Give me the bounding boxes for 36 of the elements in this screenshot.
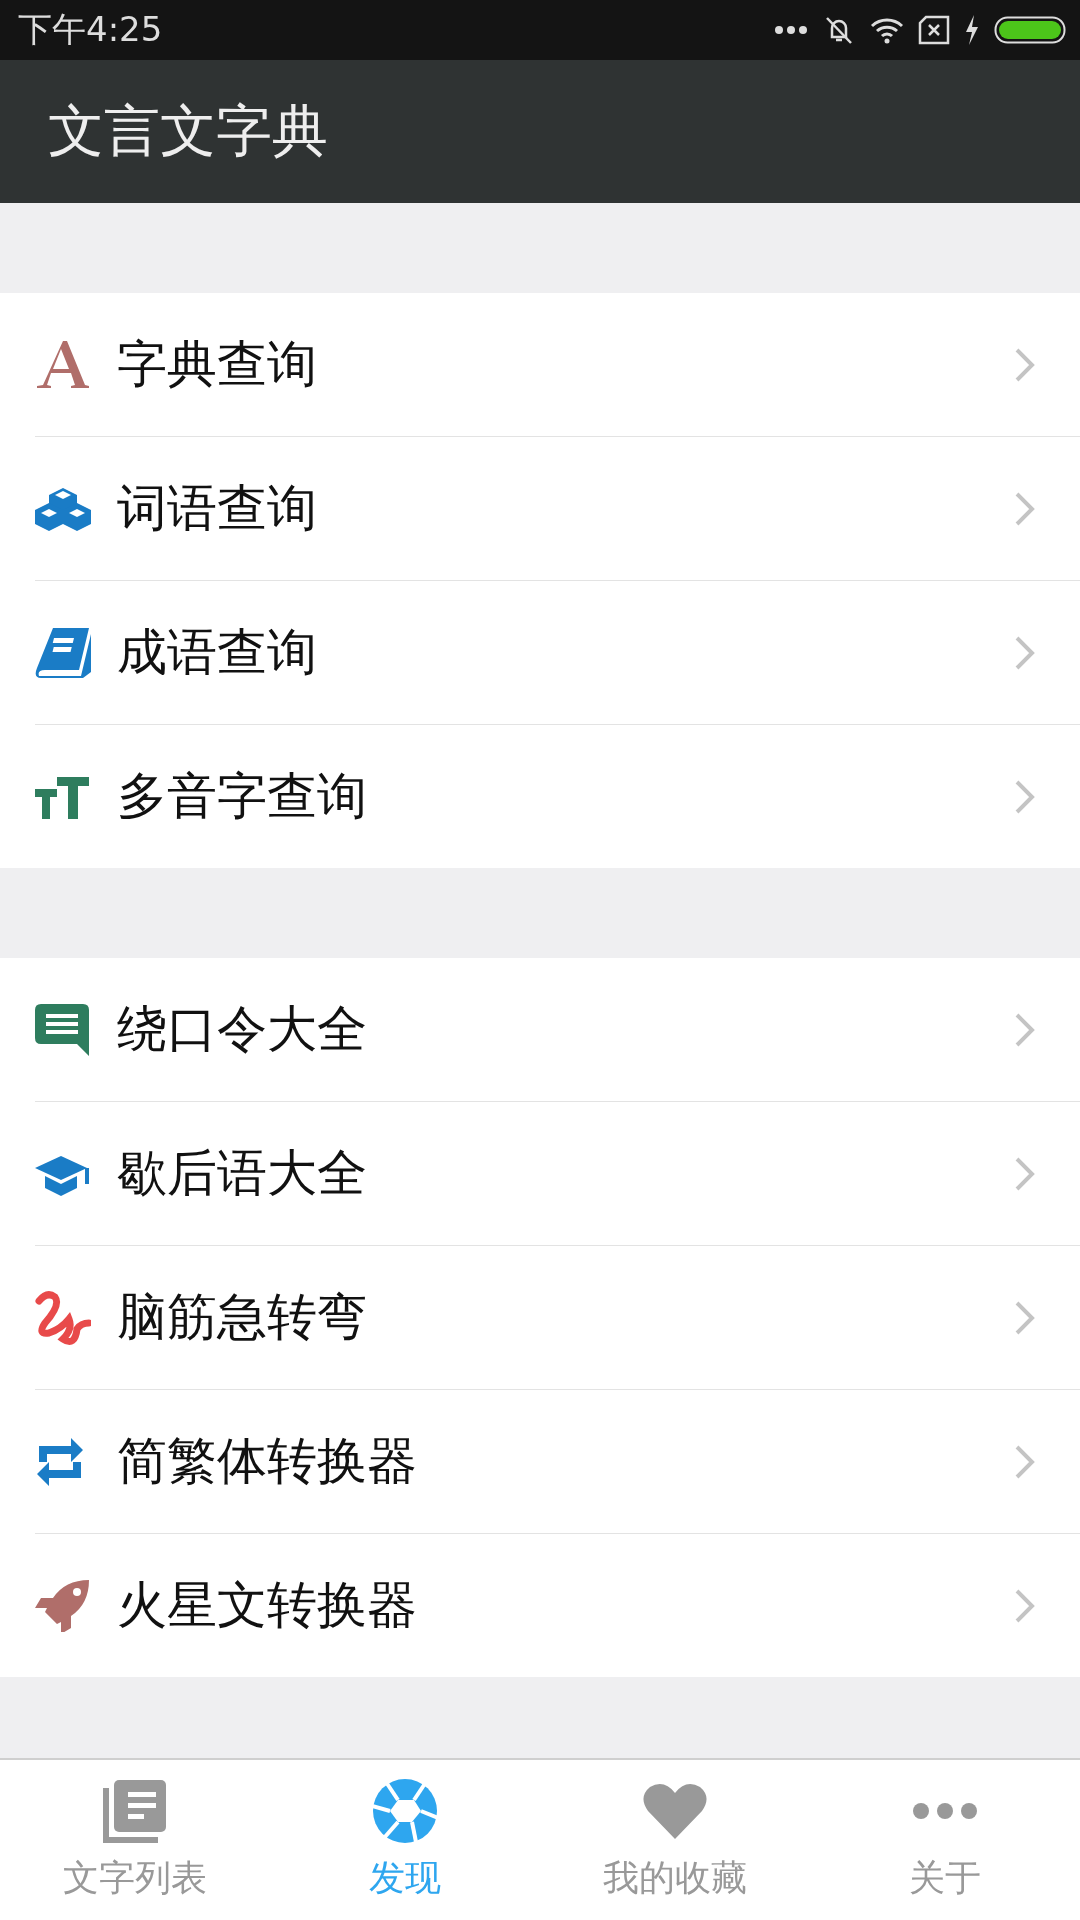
chevron-icon: [1014, 1299, 1036, 1336]
chevron-icon: [1014, 778, 1036, 815]
no-sim-icon: [918, 15, 950, 45]
battery-icon: [994, 16, 1066, 44]
rocket-icon: [35, 1579, 89, 1632]
menu-label[interactable]: 字典查询: [117, 331, 1014, 398]
menu-label[interactable]: 绕口令大全: [117, 996, 1014, 1063]
repeat-icon: [35, 1437, 85, 1486]
chevron-icon: [1014, 1443, 1036, 1480]
wifi-icon: [870, 16, 904, 44]
chat-icon: [35, 1003, 91, 1056]
chevron-icon: [1014, 1155, 1036, 1192]
list-icon: [102, 1777, 168, 1844]
chevron-icon: [1014, 634, 1036, 671]
menu-label[interactable]: 多音字查询: [117, 763, 1014, 830]
menu-label[interactable]: 歇后语大全: [117, 1140, 1014, 1207]
chevron-icon: [1014, 1011, 1036, 1048]
squiggle-icon: [35, 1290, 91, 1345]
status-time: 下午4:25: [18, 8, 163, 51]
aperture-icon: [372, 1777, 438, 1844]
menu-label[interactable]: 词语查询: [117, 475, 1014, 542]
charging-icon: [964, 15, 980, 45]
menu-label[interactable]: 简繁体转换器: [117, 1428, 1014, 1495]
menu-label[interactable]: 脑筋急转弯: [117, 1284, 1014, 1351]
cubes-icon: [35, 485, 91, 532]
chevron-icon: [1014, 1587, 1036, 1624]
letter-icon: [35, 339, 91, 390]
book-icon: [35, 625, 91, 680]
more-icon: [774, 25, 808, 35]
menu-label[interactable]: 成语查询: [117, 619, 1014, 686]
chevron-icon: [1014, 346, 1036, 383]
menu-label[interactable]: 火星文转换器: [117, 1572, 1014, 1639]
chevron-icon: [1014, 490, 1036, 527]
more-icon: [912, 1800, 978, 1821]
text-size-icon: [35, 774, 91, 819]
app-title: 文言文字典: [48, 96, 328, 165]
